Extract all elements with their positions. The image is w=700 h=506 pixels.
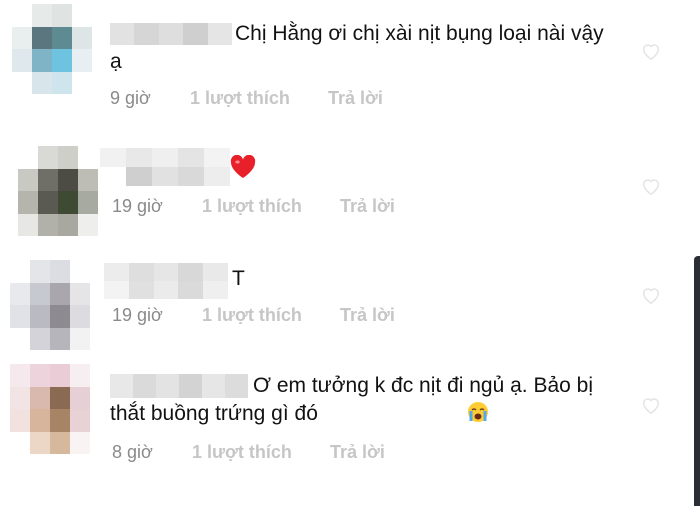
avatar[interactable] <box>10 364 90 454</box>
reply-button[interactable]: Trả lời <box>340 305 395 326</box>
comment-time: 8 giờ <box>112 442 153 462</box>
comment-meta: 9 giờ 1 lượt thích Trả lời <box>110 88 383 109</box>
reply-button[interactable]: Trả lời <box>330 442 385 463</box>
username-blurred[interactable] <box>100 148 230 186</box>
comment-text: Chị Hằng ơi chị xài nịt bụng loại nài vậ… <box>110 22 604 73</box>
crying-face-emoji <box>324 401 488 423</box>
like-heart-icon[interactable] <box>640 284 662 306</box>
comment-time: 19 giờ <box>112 196 163 216</box>
comment-text <box>230 154 256 184</box>
heart-emoji <box>230 154 256 179</box>
comment-text: Ơ em tưởng k đc nịt đi ngủ ạ. Bảo bị thắ… <box>110 374 594 425</box>
comment-time: 9 giờ <box>110 88 151 108</box>
like-heart-icon[interactable] <box>640 175 662 197</box>
reply-button[interactable]: Trả lời <box>340 196 395 217</box>
comment-meta: 8 giờ 1 lượt thích Trả lời <box>112 442 385 463</box>
device-edge <box>694 256 700 506</box>
avatar[interactable] <box>18 146 98 236</box>
avatar[interactable] <box>12 4 92 94</box>
comment-meta: 19 giờ 1 lượt thích Trả lời <box>112 196 395 217</box>
likes-count[interactable]: 1 lượt thích <box>192 442 330 463</box>
comment-time: 19 giờ <box>112 305 163 325</box>
username-blurred[interactable] <box>104 263 228 299</box>
likes-count[interactable]: 1 lượt thích <box>190 88 328 109</box>
reply-button[interactable]: Trả lời <box>328 88 383 109</box>
comment-meta: 19 giờ 1 lượt thích Trả lời <box>112 305 395 326</box>
likes-count[interactable]: 1 lượt thích <box>202 196 340 217</box>
comment-text: T <box>232 267 245 290</box>
like-heart-icon[interactable] <box>640 40 662 62</box>
avatar[interactable] <box>10 260 90 350</box>
likes-count[interactable]: 1 lượt thích <box>202 305 340 326</box>
like-heart-icon[interactable] <box>640 394 662 416</box>
